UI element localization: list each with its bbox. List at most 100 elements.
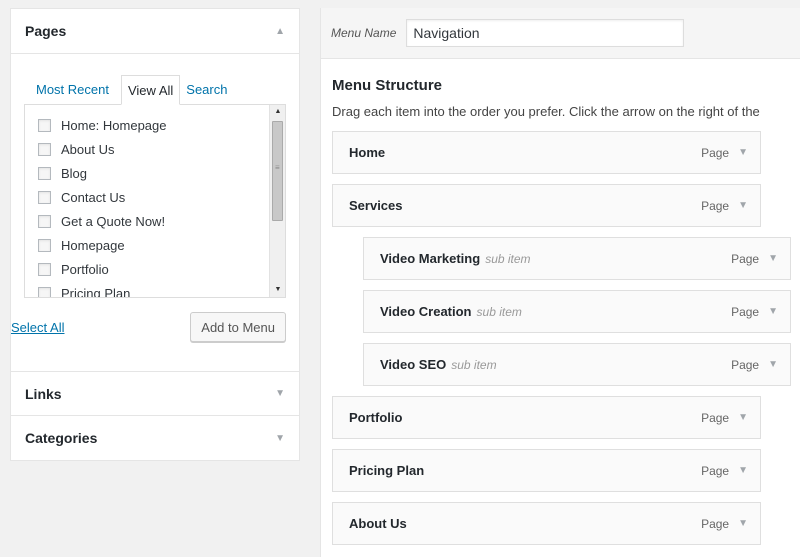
page-label: Get a Quote Now! (61, 213, 166, 229)
menu-sub-item[interactable]: Video SEO sub item Page ▼ (363, 343, 791, 386)
expand-arrow-icon[interactable]: ▼ (768, 306, 778, 317)
pages-list: Home: Homepage About Us Blog Contact Us … (25, 105, 269, 298)
menu-item-title: Video SEO (380, 357, 447, 372)
menu-name-bar: Menu Name Navigation (321, 8, 800, 59)
sub-item-tag: sub item (476, 304, 522, 319)
expand-arrow-icon[interactable]: ▼ (768, 359, 778, 370)
expand-arrow-icon[interactable]: ▼ (768, 253, 778, 264)
menu-item-title: Services (349, 198, 403, 213)
scroll-up-arrow-icon[interactable]: ▲ (270, 105, 285, 119)
menu-item[interactable]: Pricing Plan Page ▼ (332, 449, 761, 492)
page-label: Pricing Plan (61, 285, 131, 298)
expand-arrow-icon[interactable]: ▼ (738, 518, 748, 529)
checkbox[interactable] (38, 118, 51, 132)
item-type-label: Page (701, 145, 730, 160)
list-item[interactable]: Contact Us (25, 185, 269, 209)
menu-item-type: Page ▼ (731, 291, 778, 332)
links-panel-header[interactable]: Links ▼ (11, 372, 299, 416)
menu-item-title: About Us (349, 516, 407, 531)
menu-item-type: Page ▼ (701, 185, 748, 226)
menu-item-title: Portfolio (349, 410, 403, 425)
menu-item-title: Pricing Plan (349, 463, 425, 478)
checkbox[interactable] (38, 238, 51, 252)
menu-item[interactable]: Home Page ▼ (332, 131, 761, 174)
menu-item-title: Home (349, 145, 386, 160)
item-type-label: Page (701, 516, 730, 531)
pages-actions: Select All Add to Menu (11, 298, 286, 342)
expand-arrow-icon[interactable]: ▼ (275, 433, 285, 444)
page-label: Homepage (61, 237, 125, 253)
menu-name-label: Menu Name (331, 26, 397, 40)
expand-arrow-icon[interactable]: ▼ (738, 147, 748, 158)
checkbox[interactable] (38, 190, 51, 204)
menu-structure-title: Menu Structure (332, 77, 443, 94)
expand-arrow-icon[interactable]: ▼ (738, 465, 748, 476)
menu-item[interactable]: Services Page ▼ (332, 184, 761, 227)
item-type-label: Page (731, 304, 760, 319)
categories-panel-title: Categories (25, 430, 98, 446)
menu-items-sidebar: Pages ▲ Most Recent View All Search Home… (10, 8, 300, 461)
menu-item-type: Page ▼ (731, 344, 778, 385)
list-item[interactable]: Homepage (25, 233, 269, 257)
expand-arrow-icon[interactable]: ▼ (738, 200, 748, 211)
scroll-thumb[interactable]: ≡ (272, 121, 283, 221)
menu-item-type: Page ▼ (701, 503, 748, 544)
page-label: About Us (61, 141, 115, 157)
collapse-arrow-icon[interactable]: ▲ (275, 26, 285, 37)
select-all-link[interactable]: Select All (11, 320, 64, 335)
checkbox[interactable] (38, 142, 51, 156)
links-panel-title: Links (25, 385, 62, 402)
checkbox[interactable] (38, 286, 51, 297)
item-type-label: Page (701, 463, 730, 478)
pages-panel-title: Pages (25, 23, 67, 39)
checkbox[interactable] (38, 262, 51, 276)
item-type-label: Page (731, 357, 760, 372)
scroll-grip-icon: ≡ (275, 163, 280, 172)
menu-item[interactable]: About Us Page ▼ (332, 502, 761, 545)
menu-sub-item[interactable]: Video Marketing sub item Page ▼ (363, 237, 791, 280)
page-label: Home: Homepage (61, 117, 167, 133)
menu-item-type: Page ▼ (701, 132, 748, 173)
page-label: Portfolio (61, 261, 109, 277)
menu-item-type: Page ▼ (731, 238, 778, 279)
pages-tabs: Most Recent View All Search (24, 74, 286, 105)
tab-most-recent[interactable]: Most Recent (36, 82, 115, 104)
scroll-down-arrow-icon[interactable]: ▼ (270, 283, 285, 297)
page-label: Contact Us (61, 189, 126, 205)
pages-checklist: Home: Homepage About Us Blog Contact Us … (24, 104, 286, 298)
menu-structure: Menu Structure Drag each item into the o… (321, 59, 800, 545)
menu-item[interactable]: Portfolio Page ▼ (332, 396, 761, 439)
tab-view-all[interactable]: View All (120, 75, 181, 105)
menu-sub-item[interactable]: Video Creation sub item Page ▼ (363, 290, 791, 333)
add-to-menu-button[interactable]: Add to Menu (190, 312, 286, 342)
pages-panel-header[interactable]: Pages ▲ (11, 9, 299, 54)
list-scrollbar[interactable]: ▲ ≡ ▼ (269, 105, 285, 297)
item-type-label: Page (701, 410, 730, 425)
list-item[interactable]: Portfolio (25, 257, 269, 281)
menu-item-title: Video Creation (380, 304, 472, 319)
categories-panel-header[interactable]: Categories ▼ (11, 416, 299, 460)
item-type-label: Page (731, 251, 760, 266)
list-item[interactable]: Home: Homepage (25, 113, 269, 137)
pages-panel-body: Most Recent View All Search Home: Homepa… (11, 54, 299, 372)
menu-editor: Menu Name Navigation Menu Structure Drag… (320, 8, 800, 557)
checkbox[interactable] (38, 214, 51, 228)
add-menu-items-accordion: Pages ▲ Most Recent View All Search Home… (10, 8, 300, 461)
menu-name-input[interactable]: Navigation (406, 19, 685, 47)
sub-item-tag: sub item (451, 357, 497, 372)
expand-arrow-icon[interactable]: ▼ (738, 412, 748, 423)
sub-item-tag: sub item (485, 251, 531, 266)
list-item[interactable]: Pricing Plan (25, 281, 269, 298)
item-type-label: Page (701, 198, 730, 213)
menu-structure-hint: Drag each item into the order you prefer… (332, 104, 760, 119)
menu-item-type: Page ▼ (701, 397, 748, 438)
list-item[interactable]: Blog (25, 161, 269, 185)
list-item[interactable]: About Us (25, 137, 269, 161)
checkbox[interactable] (38, 166, 51, 180)
menu-item-type: Page ▼ (701, 450, 748, 491)
list-item[interactable]: Get a Quote Now! (25, 209, 269, 233)
expand-arrow-icon[interactable]: ▼ (275, 388, 285, 399)
menu-item-title: Video Marketing (380, 251, 481, 266)
tab-search[interactable]: Search (186, 82, 233, 104)
page-label: Blog (61, 165, 88, 181)
